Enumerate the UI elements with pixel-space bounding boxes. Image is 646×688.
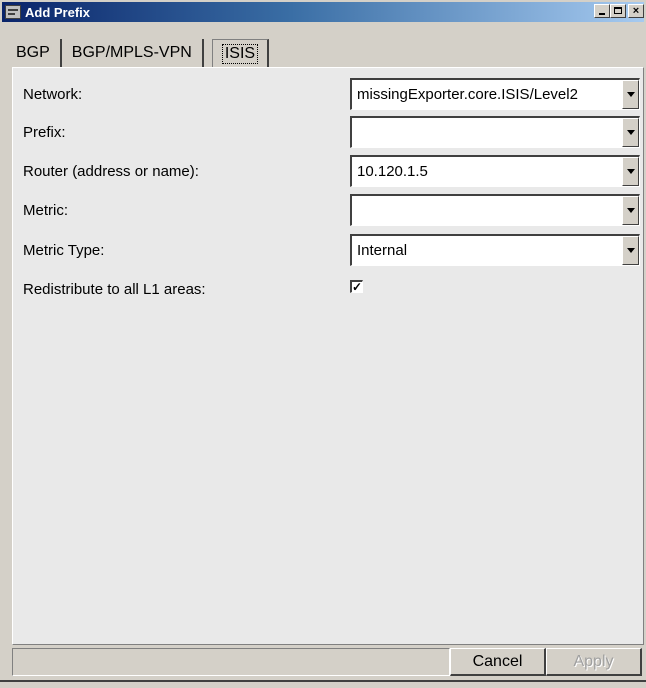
metric-combo[interactable] <box>350 194 640 226</box>
title-bar[interactable]: Add Prefix × <box>2 2 644 22</box>
window-bottom-border <box>0 680 646 682</box>
prefix-label: Prefix: <box>23 124 66 141</box>
isis-panel: Network: missingExporter.core.ISIS/Level… <box>12 67 644 645</box>
window-title: Add Prefix <box>25 4 91 20</box>
network-label: Network: <box>23 86 83 103</box>
router-combo[interactable]: 10.120.1.5 <box>350 155 640 187</box>
redistribute-label: Redistribute to all L1 areas: <box>23 281 206 298</box>
metric-type-row: Metric Type: Internal <box>13 234 643 274</box>
metric-type-label: Metric Type: <box>23 242 105 259</box>
metric-type-combo[interactable]: Internal <box>350 234 640 266</box>
tab-isis[interactable]: ISIS <box>211 39 270 67</box>
maximize-button[interactable] <box>610 4 626 18</box>
network-row: Network: missingExporter.core.ISIS/Level… <box>13 78 643 118</box>
network-combo[interactable]: missingExporter.core.ISIS/Level2 <box>350 78 640 110</box>
app-icon <box>5 5 21 19</box>
metric-row: Metric: <box>13 194 643 234</box>
tab-bgp-mpls-vpn[interactable]: BGP/MPLS-VPN <box>62 39 204 67</box>
chevron-down-icon[interactable] <box>622 157 639 186</box>
button-bar: Cancel Apply <box>12 648 644 676</box>
status-field <box>12 648 450 676</box>
apply-button[interactable]: Apply <box>546 648 642 676</box>
router-value: 10.120.1.5 <box>357 163 428 180</box>
metric-label: Metric: <box>23 202 68 219</box>
chevron-down-icon[interactable] <box>622 236 639 265</box>
redistribute-row: Redistribute to all L1 areas: ✓ <box>13 273 643 313</box>
redistribute-checkbox[interactable]: ✓ <box>350 280 363 293</box>
tab-bar: BGP BGP/MPLS-VPN ISIS <box>12 37 270 67</box>
tab-bgp[interactable]: BGP <box>12 39 62 67</box>
add-prefix-dialog: Add Prefix × BGP BGP/MPLS-VPN ISIS Netwo… <box>0 0 646 688</box>
metric-type-value: Internal <box>357 242 408 259</box>
chevron-down-icon[interactable] <box>622 196 639 225</box>
router-row: Router (address or name): 10.120.1.5 <box>13 155 643 195</box>
chevron-down-icon[interactable] <box>622 118 639 147</box>
router-label: Router (address or name): <box>23 163 199 180</box>
close-button[interactable]: × <box>628 4 644 18</box>
chevron-down-icon[interactable] <box>622 80 639 109</box>
prefix-row: Prefix: <box>13 116 643 156</box>
network-value: missingExporter.core.ISIS/Level2 <box>357 86 578 103</box>
minimize-button[interactable] <box>594 4 610 18</box>
prefix-combo[interactable] <box>350 116 640 148</box>
cancel-button[interactable]: Cancel <box>450 648 546 676</box>
